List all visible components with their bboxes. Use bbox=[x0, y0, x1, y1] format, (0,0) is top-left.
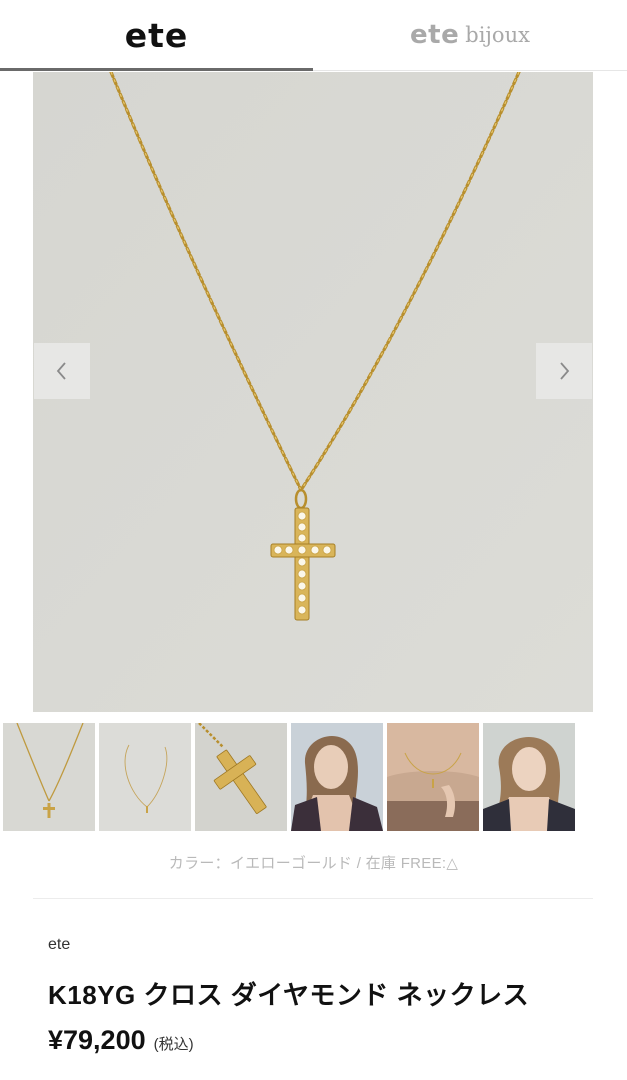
tab-ete-label: ete bbox=[124, 15, 189, 55]
price-row: ¥79,200 (税込) bbox=[48, 1025, 194, 1056]
divider bbox=[33, 898, 593, 899]
thumbnail-3[interactable] bbox=[195, 723, 287, 831]
tab-ete-bijoux-suffix: bijoux bbox=[465, 23, 530, 47]
product-price: ¥79,200 bbox=[48, 1025, 146, 1055]
product-name: K18YG クロス ダイヤモンド ネックレス bbox=[48, 980, 530, 1010]
thumbnail-6[interactable] bbox=[483, 723, 575, 831]
thumbnail-strip bbox=[0, 723, 627, 831]
brand-tabs: ete ete bijoux bbox=[0, 0, 627, 71]
tab-ete-bijoux[interactable]: ete bijoux bbox=[313, 0, 627, 70]
color-stock-line: カラー：イエローゴールド / 在庫 FREE:△ bbox=[168, 855, 459, 872]
tab-ete[interactable]: ete bbox=[0, 0, 313, 71]
thumbnail-4[interactable] bbox=[291, 723, 383, 831]
active-tab-underline bbox=[0, 68, 313, 71]
necklace-photo bbox=[33, 72, 593, 712]
chevron-left-icon bbox=[56, 362, 66, 380]
thumbnail-5[interactable] bbox=[387, 723, 479, 831]
main-product-image[interactable] bbox=[33, 72, 593, 712]
chevron-right-icon bbox=[560, 362, 570, 380]
tax-note: (税込) bbox=[153, 1036, 194, 1053]
product-brand: ete bbox=[48, 936, 71, 953]
tab-ete-bijoux-label: ete bbox=[410, 20, 460, 50]
carousel-next-button[interactable] bbox=[536, 343, 592, 399]
thumbnail-1[interactable] bbox=[3, 723, 95, 831]
carousel-prev-button[interactable] bbox=[34, 343, 90, 399]
thumbnail-2[interactable] bbox=[99, 723, 191, 831]
